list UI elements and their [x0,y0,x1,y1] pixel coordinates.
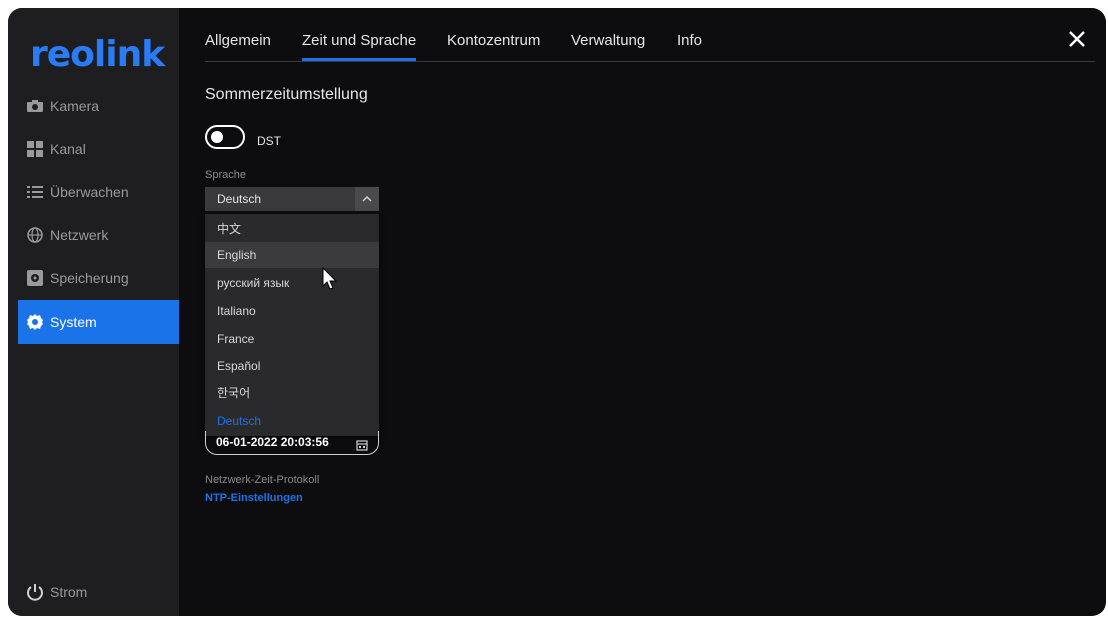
tab-kontozentrum[interactable]: Kontozentrum [447,32,540,49]
sidebar-item-label: Speicherung [50,270,129,286]
sidebar-item-label: Kamera [50,98,100,114]
tab-allgemein[interactable]: Allgemein [205,32,271,49]
dst-label: DST [257,134,281,148]
reolink-logo: reolink [30,34,165,75]
calendar-icon[interactable] [356,436,368,451]
power-label: Strom [50,584,88,600]
language-option[interactable]: русский язык [205,270,379,296]
grid-icon [26,140,44,158]
close-icon[interactable] [1068,30,1088,50]
language-label: Sprache [205,169,246,181]
globe-icon [26,226,44,244]
datetime-field[interactable]: 06-01-2022 20:03:56 [205,431,379,455]
toggle-knob [211,131,223,143]
language-dropdown: 中文 English русский язык Italiano France … [205,214,379,436]
sidebar-item-label: Überwachen [50,184,129,200]
ntp-settings-link[interactable]: NTP-Einstellungen [205,492,303,504]
dst-section-title: Sommerzeitumstellung [205,86,368,103]
tab-zeit-und-sprache[interactable]: Zeit und Sprache [302,32,417,61]
sidebar-item-label: Netzwerk [50,227,109,243]
chevron-up-icon[interactable] [355,187,379,211]
settings-window: reolink Kamera Kanal Überwachen Netzwerk [8,8,1106,616]
tab-verwaltung[interactable]: Verwaltung [571,32,645,49]
sidebar-item-label: System [50,314,97,330]
language-select[interactable]: Deutsch [205,187,379,211]
power-button[interactable]: Strom [18,570,179,614]
ntp-label: Netzwerk-Zeit-Protokoll [205,474,320,486]
datetime-value: 06-01-2022 20:03:56 [216,435,329,449]
sidebar-item-system[interactable]: System [18,300,179,344]
sidebar-item-netzwerk[interactable]: Netzwerk [18,213,179,257]
tab-bar: Allgemein Zeit und Sprache Kontozentrum … [205,8,1095,62]
language-option[interactable]: Español [205,353,379,379]
tab-info[interactable]: Info [677,32,702,49]
language-select-value: Deutsch [217,192,262,206]
language-option[interactable]: English [205,242,379,268]
storage-icon [26,269,44,287]
language-option[interactable]: France [205,326,379,352]
language-option[interactable]: 中文 [205,216,379,242]
language-option[interactable]: Italiano [205,298,379,324]
sidebar: reolink Kamera Kanal Überwachen Netzwerk [8,8,179,616]
language-option[interactable]: 한국어 [205,380,379,406]
power-icon [26,583,44,601]
mouse-cursor-icon [322,266,338,296]
list-icon [26,183,44,201]
sidebar-item-speicherung[interactable]: Speicherung [18,256,179,300]
gear-icon [26,313,44,331]
sidebar-item-kanal[interactable]: Kanal [18,127,179,171]
sidebar-item-ueberwachen[interactable]: Überwachen [18,170,179,214]
camera-icon [26,97,44,115]
dst-toggle[interactable] [205,125,245,149]
sidebar-item-kamera[interactable]: Kamera [18,84,179,128]
sidebar-item-label: Kanal [50,141,86,157]
